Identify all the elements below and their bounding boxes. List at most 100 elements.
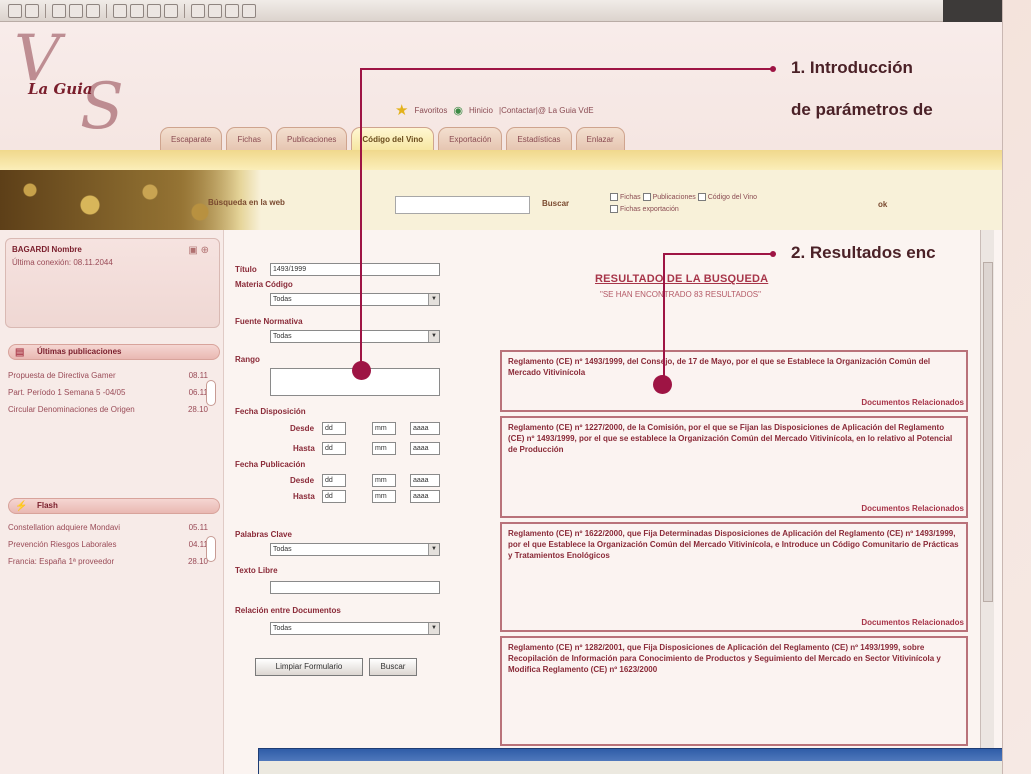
- scrollbar-thumb[interactable]: [983, 262, 993, 602]
- edit-icon[interactable]: [225, 3, 239, 18]
- tab-codigo-del-vino[interactable]: Código del Vino: [351, 127, 435, 151]
- search-scope-checks: Fichas Publicaciones Código del Vino Fic…: [610, 192, 757, 216]
- latest-publications-title: Últimas publicaciones: [37, 347, 122, 356]
- list-item[interactable]: Part. Período 1 Semana 5 -04/05 06.11: [8, 387, 208, 398]
- mail-icon[interactable]: [191, 3, 205, 18]
- buscar-button[interactable]: Buscar: [369, 658, 417, 676]
- tab-fichas[interactable]: Fichas: [226, 127, 273, 151]
- disp-desde-mm[interactable]: mm: [372, 422, 396, 435]
- site-search-ok[interactable]: ok: [878, 200, 887, 209]
- materia-select[interactable]: Todas ▼: [270, 293, 440, 306]
- flash-header[interactable]: ⚡ Flash: [8, 498, 220, 514]
- forward-icon[interactable]: [25, 3, 39, 18]
- pub-desde-mm[interactable]: mm: [372, 474, 396, 487]
- annotation-2-text: 2. Resultados enc: [791, 243, 936, 262]
- site-logo[interactable]: V S La Guia: [10, 22, 160, 144]
- site-search-strip: Búsqueda en la web Buscar Fichas Publica…: [0, 170, 1002, 230]
- discuss-icon[interactable]: [242, 3, 256, 18]
- disp-hasta-dd[interactable]: dd: [322, 442, 346, 455]
- result-text[interactable]: Reglamento (CE) nº 1493/1999, del Consej…: [508, 357, 930, 377]
- list-item[interactable]: Circular Denominaciones de Origen 28.10: [8, 404, 208, 415]
- disp-desde-aaaa[interactable]: aaaa: [410, 422, 440, 435]
- site-search-label: Búsqueda en la web: [208, 198, 285, 207]
- stop-icon[interactable]: [52, 3, 66, 18]
- palabras-select[interactable]: Todas ▼: [270, 543, 440, 556]
- annotation-1-vertical-line: [360, 68, 362, 372]
- favoritos-link[interactable]: Favoritos: [414, 106, 447, 115]
- pub-hasta-dd[interactable]: dd: [322, 490, 346, 503]
- search-icon[interactable]: [113, 3, 127, 18]
- flash-icon: ⚡: [15, 501, 28, 512]
- rango-label: Rango: [235, 355, 260, 364]
- result-item[interactable]: Reglamento (CE) nº 1622/2000, que Fija D…: [500, 522, 968, 632]
- user-actions-icons[interactable]: ▣ ⊕: [188, 245, 209, 256]
- star-icon: ★: [395, 102, 409, 119]
- print-icon[interactable]: [208, 3, 222, 18]
- history-icon[interactable]: [164, 3, 178, 18]
- contactar-link[interactable]: |Contactar|@ La Guia VdE: [499, 106, 594, 115]
- fecha-disp-label: Fecha Disposición: [235, 407, 306, 416]
- site-search-input[interactable]: [395, 196, 530, 214]
- latest-scroll-handle[interactable]: [206, 380, 216, 406]
- related-docs-link[interactable]: Documentos Relacionados: [861, 397, 964, 408]
- relacion-select[interactable]: Todas ▼: [270, 622, 440, 635]
- page-scrollbar[interactable]: [980, 230, 994, 774]
- popup-window-titlebar[interactable]: [258, 748, 1002, 774]
- texto-libre-input[interactable]: [270, 581, 440, 594]
- fuente-select[interactable]: Todas ▼: [270, 330, 440, 343]
- flash-title: Flash: [37, 501, 58, 510]
- palabras-label: Palabras Clave: [235, 530, 292, 539]
- annotation-2-vertical-line: [663, 253, 665, 385]
- texto-libre-label: Texto Libre: [235, 566, 278, 575]
- tab-estadisticas[interactable]: Estadísticas: [506, 127, 572, 151]
- inicio-link[interactable]: Hinicio: [469, 106, 493, 115]
- disp-hasta-mm[interactable]: mm: [372, 442, 396, 455]
- tab-escaparate[interactable]: Escaparate: [160, 127, 223, 151]
- results-title: RESULTADO DE LA BUSQUEDA: [595, 273, 769, 285]
- limpiar-formulario-button[interactable]: Limpiar Formulario: [255, 658, 363, 676]
- site-search-go[interactable]: Buscar: [542, 199, 569, 208]
- favorites-icon[interactable]: [130, 3, 144, 18]
- browser-toolbar: [0, 0, 1002, 22]
- back-icon[interactable]: [8, 3, 22, 18]
- related-docs-link[interactable]: Documentos Relacionados: [861, 617, 964, 628]
- home-icon[interactable]: [86, 3, 100, 18]
- pub-desde-dd[interactable]: dd: [322, 474, 346, 487]
- popup-window-toolbar: [259, 761, 1002, 774]
- list-item[interactable]: Francia: España 1ª proveedor 28.10: [8, 556, 208, 567]
- pub-hasta-mm[interactable]: mm: [372, 490, 396, 503]
- disp-hasta-aaaa[interactable]: aaaa: [410, 442, 440, 455]
- check-fichas[interactable]: [610, 193, 618, 202]
- materia-label: Materia Código: [235, 280, 293, 289]
- media-icon[interactable]: [147, 3, 161, 18]
- check-fichas-export[interactable]: [610, 205, 618, 214]
- result-item[interactable]: Reglamento (CE) nº 1493/1999, del Consej…: [500, 350, 968, 412]
- tab-publicaciones[interactable]: Publicaciones: [276, 127, 348, 151]
- check-publicaciones-label: Publicaciones: [652, 194, 696, 201]
- result-text[interactable]: Reglamento (CE) nº 1622/2000, que Fija D…: [508, 529, 959, 560]
- pub-desde-aaaa[interactable]: aaaa: [410, 474, 440, 487]
- disp-desde-dd[interactable]: dd: [322, 422, 346, 435]
- annotation-2-horizontal-line: [663, 253, 772, 255]
- result-text[interactable]: Reglamento (CE) nº 1227/2000, de la Comi…: [508, 423, 952, 454]
- list-item[interactable]: Constellation adquiere Mondavi 05.11: [8, 522, 208, 533]
- result-item[interactable]: Reglamento (CE) nº 1282/2001, que Fija D…: [500, 636, 968, 746]
- check-codigo[interactable]: [697, 193, 706, 202]
- annotation-1-end-dot: [770, 66, 776, 72]
- main-tabs: Escaparate Fichas Publicaciones Código d…: [160, 127, 625, 151]
- result-text[interactable]: Reglamento (CE) nº 1282/2001, que Fija D…: [508, 643, 941, 674]
- check-publicaciones[interactable]: [642, 193, 651, 202]
- list-item[interactable]: Propuesta de Directiva Gamer 08.11: [8, 370, 208, 381]
- related-docs-link[interactable]: Documentos Relacionados: [861, 503, 964, 514]
- result-item[interactable]: Reglamento (CE) nº 1227/2000, de la Comi…: [500, 416, 968, 518]
- latest-publications-header[interactable]: ▤ Últimas publicaciones: [8, 344, 220, 360]
- flash-scroll-handle[interactable]: [206, 536, 216, 562]
- list-item[interactable]: Prevención Riesgos Laborales 04.11: [8, 539, 208, 550]
- check-fichas-label: Fichas: [620, 194, 641, 201]
- desde-label: Desde: [290, 424, 315, 433]
- refresh-icon[interactable]: [69, 3, 83, 18]
- titulo-input[interactable]: 1493/1999: [270, 263, 440, 276]
- pub-hasta-aaaa[interactable]: aaaa: [410, 490, 440, 503]
- tab-exportacion[interactable]: Exportación: [438, 127, 503, 151]
- tab-enlazar[interactable]: Enlazar: [575, 127, 625, 151]
